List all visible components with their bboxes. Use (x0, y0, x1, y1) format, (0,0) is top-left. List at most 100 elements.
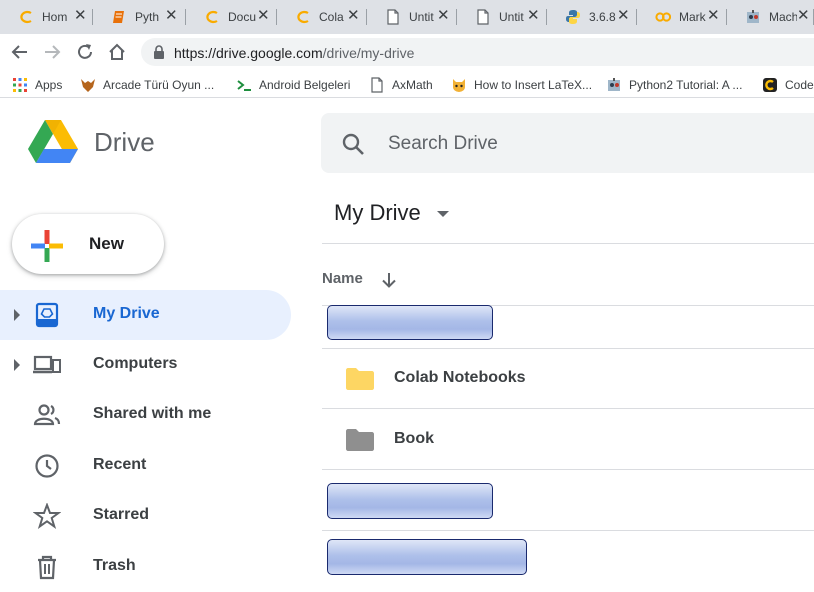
close-icon[interactable]: ✕ (437, 8, 450, 24)
browser-tab[interactable]: Untit ✕ (457, 2, 547, 32)
close-icon[interactable]: ✕ (707, 8, 720, 24)
address-bar[interactable]: https://drive.google.com/drive/my-drive (141, 38, 814, 66)
browser-tab[interactable]: 3.6.8 ✕ (547, 2, 637, 32)
browser-tab[interactable]: Mach ✕ (727, 2, 814, 32)
sidebar-item-shared-with-me[interactable]: Shared with me (0, 390, 291, 440)
browser-tab[interactable]: Mark ✕ (637, 2, 727, 32)
browser-tab[interactable]: Docu ✕ (186, 2, 277, 32)
bookmark-label: Python2 Tutorial: A ... (629, 78, 743, 92)
bookmark-label: Apps (35, 78, 63, 92)
search-input[interactable]: Search Drive (321, 113, 814, 173)
fox-icon (81, 79, 95, 92)
divider (322, 530, 814, 531)
tab-title: Hom (42, 10, 68, 24)
redacted-item[interactable] (327, 305, 493, 340)
sidebar-item-my-drive[interactable]: My Drive (0, 290, 291, 340)
divider (322, 243, 814, 244)
terminal-icon (237, 80, 251, 91)
section-title[interactable]: My Drive (334, 200, 421, 226)
forward-arrow-icon[interactable] (42, 42, 62, 62)
colab-icon (20, 10, 32, 24)
bookmark-code[interactable]: Code (762, 76, 814, 94)
drive-logo-icon[interactable] (28, 120, 78, 165)
browser-tab-strip: Hom ✕ Pyth ✕ Docu ✕ Cola ✕ Untit ✕ Untit… (0, 0, 814, 34)
new-button[interactable]: New (12, 214, 164, 274)
bookmark-label: Android Belgeleri (259, 78, 351, 92)
bookmark-android[interactable]: Android Belgeleri (236, 76, 350, 94)
tab-title: Mark (679, 10, 706, 24)
computers-icon (33, 355, 61, 374)
sidebar-item-label: Recent (93, 456, 147, 473)
star-icon (33, 503, 61, 529)
url-text: https://drive.google.com/drive/my-drive (174, 45, 414, 61)
book-icon (113, 11, 124, 23)
close-icon[interactable]: ✕ (797, 8, 810, 24)
search-placeholder: Search Drive (388, 133, 498, 154)
browser-tab[interactable]: Pyth ✕ (93, 2, 186, 32)
tab-title: Untit (499, 10, 524, 24)
bookmark-apps[interactable]: Apps (12, 76, 62, 94)
bookmark-latex[interactable]: How to Insert LaTeX... (451, 76, 592, 94)
trash-icon (38, 555, 56, 580)
home-icon[interactable] (107, 42, 127, 62)
lock-icon (154, 45, 164, 59)
redacted-item[interactable] (327, 539, 527, 575)
sidebar-item-trash[interactable]: Trash (0, 542, 291, 592)
file-name: Book (394, 430, 434, 447)
expand-caret-icon[interactable] (14, 309, 20, 321)
tab-title: Untit (409, 10, 434, 24)
sidebar-item-computers[interactable]: Computers (0, 340, 291, 390)
robot-icon (747, 10, 759, 23)
close-icon[interactable]: ✕ (257, 8, 270, 24)
tab-title: 3.6.8 (589, 10, 616, 24)
back-arrow-icon[interactable] (10, 42, 30, 62)
colab-icon (297, 10, 309, 24)
column-header-name[interactable]: Name (322, 270, 363, 287)
bookmark-axmath[interactable]: AxMath (369, 76, 433, 94)
plus-icon (31, 230, 63, 262)
bookmark-python2[interactable]: Python2 Tutorial: A ... (606, 76, 742, 94)
robot-icon (608, 78, 620, 91)
list-item[interactable]: Book (322, 409, 814, 469)
new-label: New (89, 234, 124, 253)
page-icon (387, 9, 399, 25)
sidebar-item-recent[interactable]: Recent (0, 441, 291, 491)
cat-icon (453, 79, 465, 92)
sidebar-item-starred[interactable]: Starred (0, 491, 291, 541)
browser-tab[interactable]: Cola ✕ (277, 2, 367, 32)
co-icon (655, 12, 671, 22)
close-icon[interactable]: ✕ (617, 8, 630, 24)
close-icon[interactable]: ✕ (347, 8, 360, 24)
redacted-item[interactable] (327, 483, 493, 519)
bookmark-label: How to Insert LaTeX... (474, 78, 593, 92)
bookmark-arcade[interactable]: Arcade Türü Oyun ... (80, 76, 214, 94)
list-item[interactable]: Colab Notebooks (322, 348, 814, 408)
clock-icon (35, 454, 59, 478)
page-icon (371, 77, 383, 93)
close-icon[interactable]: ✕ (74, 8, 87, 24)
reload-icon[interactable] (75, 42, 95, 62)
file-name: Colab Notebooks (394, 369, 526, 386)
close-icon[interactable]: ✕ (527, 8, 540, 24)
url-host: https://drive.google.com (174, 45, 323, 61)
search-icon[interactable] (341, 132, 365, 156)
sidebar-item-label: Starred (93, 506, 150, 523)
expand-caret-icon[interactable] (14, 359, 20, 371)
python-icon (566, 10, 580, 24)
app-title[interactable]: Drive (94, 127, 155, 158)
sort-arrow-down-icon[interactable] (380, 271, 398, 289)
sidebar-item-label: Shared with me (93, 405, 212, 422)
tab-title: Mach (769, 10, 797, 24)
browser-tab[interactable]: Hom ✕ (0, 2, 93, 32)
folder-icon (346, 429, 374, 451)
folder-icon (346, 368, 374, 390)
tab-title: Docu (228, 10, 256, 24)
browser-tab[interactable]: Untit ✕ (367, 2, 457, 32)
tab-title: Pyth (135, 10, 160, 24)
colab-icon (206, 10, 218, 24)
my-drive-icon (35, 302, 59, 328)
chevron-down-icon[interactable] (437, 211, 449, 217)
bookmark-label: AxMath (392, 78, 433, 92)
bookmark-label: Arcade Türü Oyun ... (103, 78, 215, 92)
close-icon[interactable]: ✕ (165, 8, 178, 24)
